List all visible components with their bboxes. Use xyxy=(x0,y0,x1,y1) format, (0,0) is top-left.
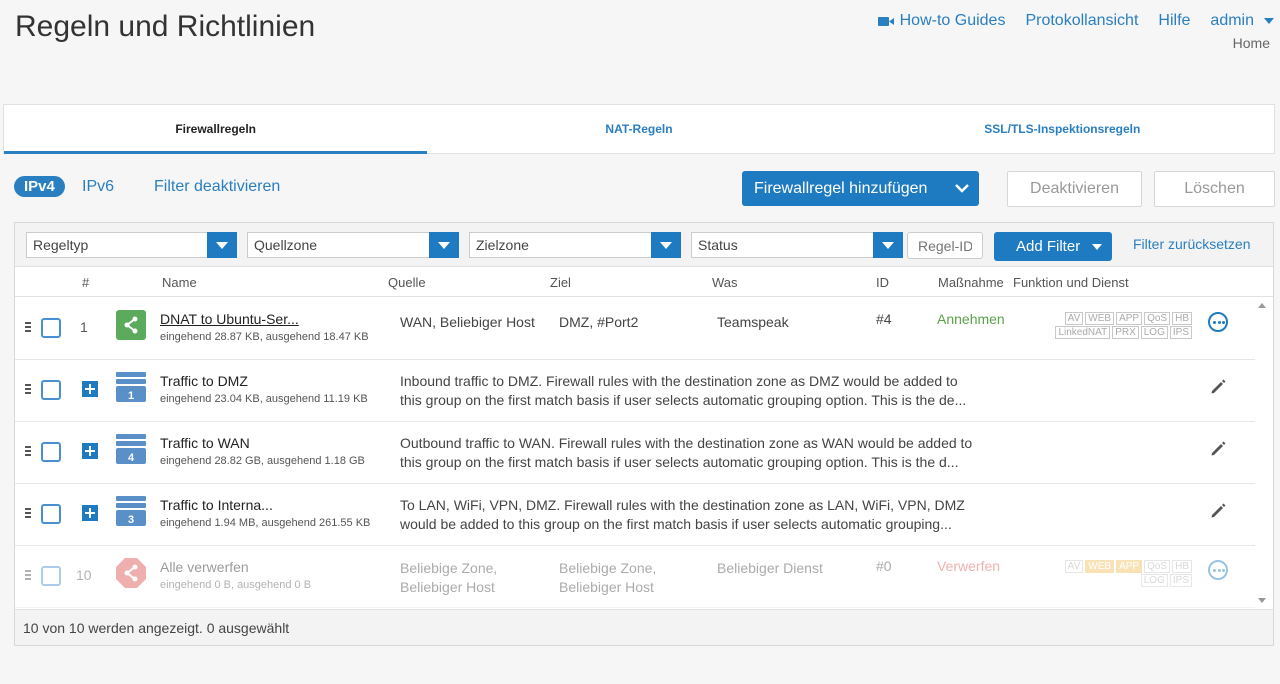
svg-text:4: 4 xyxy=(128,452,135,464)
edit-pencil-icon[interactable] xyxy=(1210,503,1226,519)
nat-share-icon xyxy=(116,310,146,340)
rule-group-icon: 1 xyxy=(116,372,146,402)
expand-icon[interactable] xyxy=(82,443,98,459)
delete-button[interactable]: Löschen xyxy=(1154,171,1275,207)
disable-filter-link[interactable]: Filter deaktivieren xyxy=(154,178,280,196)
table-row[interactable]: 3 Traffic to Interna... eingehend 1.94 M… xyxy=(15,484,1255,546)
drag-handle-icon[interactable] xyxy=(25,570,31,580)
breadcrumb[interactable]: Home xyxy=(1233,35,1270,51)
edit-pencil-icon[interactable] xyxy=(1210,441,1226,457)
row-checkbox[interactable] xyxy=(41,318,61,338)
rule-group-icon: 3 xyxy=(116,496,146,526)
dropdown-arrow-icon xyxy=(207,232,237,258)
status-select[interactable]: Status xyxy=(691,232,903,258)
add-firewall-rule-button[interactable]: Firewallregel hinzufügen xyxy=(742,171,979,206)
ipv6-toggle[interactable]: IPv6 xyxy=(82,178,114,196)
video-camera-icon xyxy=(877,16,894,26)
row-checkbox[interactable] xyxy=(41,442,61,462)
rule-group-icon: 4 xyxy=(116,434,146,464)
dest-zone-select[interactable]: Zielzone xyxy=(469,232,681,258)
add-filter-button[interactable]: Add Filter xyxy=(994,232,1112,261)
row-checkbox[interactable] xyxy=(41,380,61,400)
table-row[interactable]: 4 Traffic to WAN eingehend 28.82 GB, aus… xyxy=(15,422,1255,484)
drop-rule-icon xyxy=(116,558,146,588)
table-header: # Name Quelle Ziel Was ID Maßnahme Funkt… xyxy=(15,267,1273,297)
help-link[interactable]: Hilfe xyxy=(1158,12,1190,30)
rule-tabs: Firewallregeln NAT-Regeln SSL/TLS-Inspek… xyxy=(3,104,1275,154)
table-row[interactable]: 1 DNAT to Ubuntu-Ser... eingehend 28.87 … xyxy=(15,298,1255,360)
chevron-down-icon xyxy=(1092,244,1102,250)
rule-id-input[interactable] xyxy=(907,232,983,259)
more-options-icon[interactable] xyxy=(1208,312,1228,332)
deactivate-button[interactable]: Deaktivieren xyxy=(1007,171,1142,207)
tab-nat-rules[interactable]: NAT-Regeln xyxy=(427,105,850,153)
svg-text:1: 1 xyxy=(128,390,134,402)
table-footer-status: 10 von 10 werden angezeigt. 0 ausgewählt xyxy=(15,609,1273,645)
table-row[interactable]: 10 Alle verwerfen eingehend 0 B, ausgehe… xyxy=(15,546,1255,608)
reset-filter-link[interactable]: Filter zurücksetzen xyxy=(1133,236,1250,252)
action-accept: Annehmen xyxy=(937,311,1005,327)
scroll-down-arrow-icon[interactable] xyxy=(1258,598,1266,603)
scroll-up-arrow-icon[interactable] xyxy=(1258,303,1266,308)
row-checkbox[interactable] xyxy=(41,504,61,524)
how-to-guides-link[interactable]: How-to Guides xyxy=(877,12,1005,30)
dropdown-arrow-icon xyxy=(429,232,459,258)
chevron-down-icon xyxy=(955,184,969,193)
page-title: Regeln und Richtlinien xyxy=(15,10,316,43)
filter-bar: Regeltyp Quellzone Zielzone Status Add F… xyxy=(15,223,1273,267)
expand-icon[interactable] xyxy=(82,381,98,397)
chevron-down-icon xyxy=(1264,18,1274,24)
drag-handle-icon[interactable] xyxy=(25,322,31,332)
action-drop: Verwerfen xyxy=(937,558,1001,574)
drag-handle-icon[interactable] xyxy=(25,384,31,394)
service-chips: AV WEB APP QoS HB LOG IPS xyxy=(1040,560,1192,588)
rule-type-select[interactable]: Regeltyp xyxy=(26,232,237,258)
more-options-icon[interactable] xyxy=(1208,560,1228,580)
rule-name-link[interactable]: DNAT to Ubuntu-Ser... xyxy=(160,311,299,327)
expand-icon[interactable] xyxy=(82,505,98,521)
dropdown-arrow-icon xyxy=(873,232,903,258)
log-view-link[interactable]: Protokollansicht xyxy=(1025,12,1138,30)
drag-handle-icon[interactable] xyxy=(25,446,31,456)
rules-table: Regeltyp Quellzone Zielzone Status Add F… xyxy=(14,222,1274,646)
drag-handle-icon[interactable] xyxy=(25,508,31,518)
tab-ssl-tls-rules[interactable]: SSL/TLS-Inspektionsregeln xyxy=(851,105,1274,153)
row-checkbox[interactable] xyxy=(41,566,61,586)
table-row[interactable]: 1 Traffic to DMZ eingehend 23.04 KB, aus… xyxy=(15,360,1255,422)
edit-pencil-icon[interactable] xyxy=(1210,379,1226,395)
source-zone-select[interactable]: Quellzone xyxy=(247,232,459,258)
tab-firewall-rules[interactable]: Firewallregeln xyxy=(4,105,428,154)
user-menu[interactable]: admin xyxy=(1210,12,1274,30)
top-links: How-to Guides Protokollansicht Hilfe adm… xyxy=(877,12,1274,30)
service-chips: AV WEB APP QoS HB LinkedNAT PRX LOG IPS xyxy=(1040,312,1192,340)
ipv4-toggle[interactable]: IPv4 xyxy=(14,176,65,197)
dropdown-arrow-icon xyxy=(651,232,681,258)
svg-text:3: 3 xyxy=(128,514,134,526)
